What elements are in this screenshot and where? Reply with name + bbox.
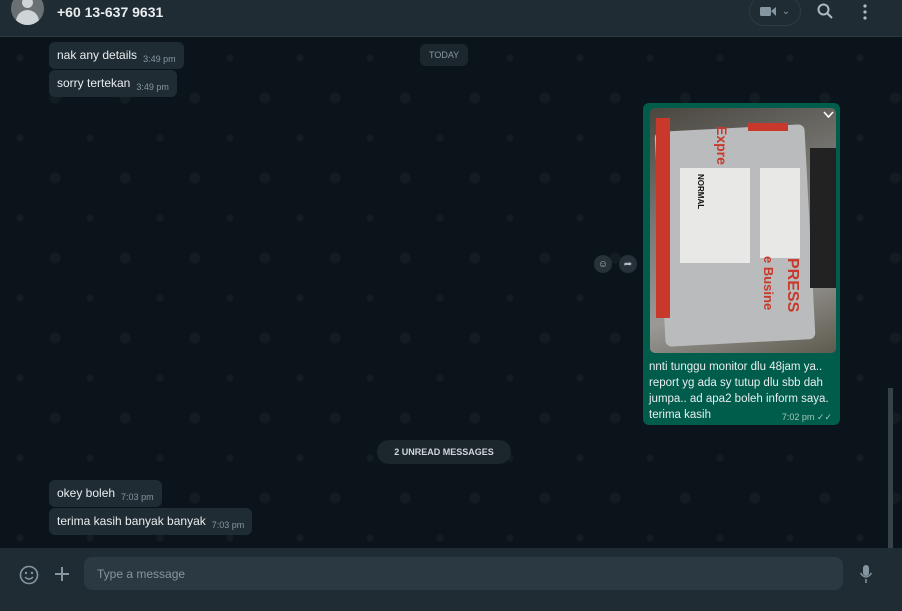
menu-icon[interactable] — [862, 4, 868, 20]
message-time: 7:03 pm — [211, 520, 245, 530]
message-photo[interactable]: Expre NORMAL PRESS e Busine — [650, 108, 836, 353]
message-time: 7:02 pm — [781, 412, 815, 422]
message-outgoing-image[interactable]: Expre NORMAL PRESS e Busine nnti tunggu … — [643, 103, 840, 425]
message-incoming[interactable]: okey boleh 7:03 pm — [49, 480, 162, 507]
message-text: terima kasih banyak banyak — [57, 514, 206, 528]
emoji-icon[interactable] — [19, 565, 39, 585]
microphone-icon[interactable] — [859, 564, 873, 584]
react-emoji-button[interactable]: ☺ — [594, 255, 612, 273]
message-time: 3:49 pm — [136, 82, 169, 92]
contact-name[interactable]: +60 13-637 9631 — [57, 4, 163, 20]
message-incoming[interactable]: terima kasih banyak banyak 7:03 pm — [49, 508, 253, 535]
caption-line: report yg ada sy tutup dlu sbb dah — [649, 377, 823, 389]
forward-button[interactable]: ➦ — [619, 255, 637, 273]
photo-lettering: PRESS — [784, 258, 801, 313]
chat-header: +60 13-637 9631 ⌄ — [0, 0, 902, 37]
chevron-down-icon: ⌄ — [781, 5, 791, 17]
message-time: 3:49 pm — [143, 54, 176, 64]
photo-lettering: e Busine — [761, 256, 776, 311]
attach-plus-icon[interactable] — [54, 566, 70, 582]
photo-lettering: Expre — [714, 126, 730, 165]
unread-divider: 2 UNREAD MESSAGES — [377, 440, 511, 464]
message-list[interactable]: TODAY nak any details 3:49 pm sorry terte… — [0, 38, 902, 548]
video-camera-icon — [759, 6, 776, 16]
message-time: 7:03 pm — [121, 492, 154, 502]
message-text: nak any details — [57, 48, 138, 62]
search-icon[interactable] — [817, 3, 833, 19]
chevron-down-icon[interactable] — [823, 111, 834, 118]
video-call-button[interactable]: ⌄ — [749, 0, 801, 26]
forward-icon: ➦ — [623, 258, 633, 270]
date-divider: TODAY — [420, 44, 469, 66]
emoji-icon: ☺ — [597, 258, 609, 270]
message-text: okey boleh — [57, 486, 116, 500]
composer: Type a message — [0, 548, 902, 611]
message-incoming[interactable]: sorry tertekan 3:49 pm — [49, 70, 177, 97]
message-text: sorry tertekan — [57, 76, 131, 90]
caption-line: nnti tunggu monitor dlu 48jam ya.. — [649, 361, 823, 373]
double-check-icon: ✓✓ — [816, 412, 832, 422]
message-input[interactable]: Type a message — [84, 557, 843, 590]
photo-lettering: NORMAL — [696, 174, 705, 210]
message-incoming[interactable]: nak any details 3:49 pm — [49, 42, 184, 69]
scrollbar[interactable] — [888, 388, 893, 548]
avatar[interactable] — [11, 0, 44, 25]
caption-line: jumpa.. ad apa2 boleh inform saya. — [649, 393, 829, 405]
